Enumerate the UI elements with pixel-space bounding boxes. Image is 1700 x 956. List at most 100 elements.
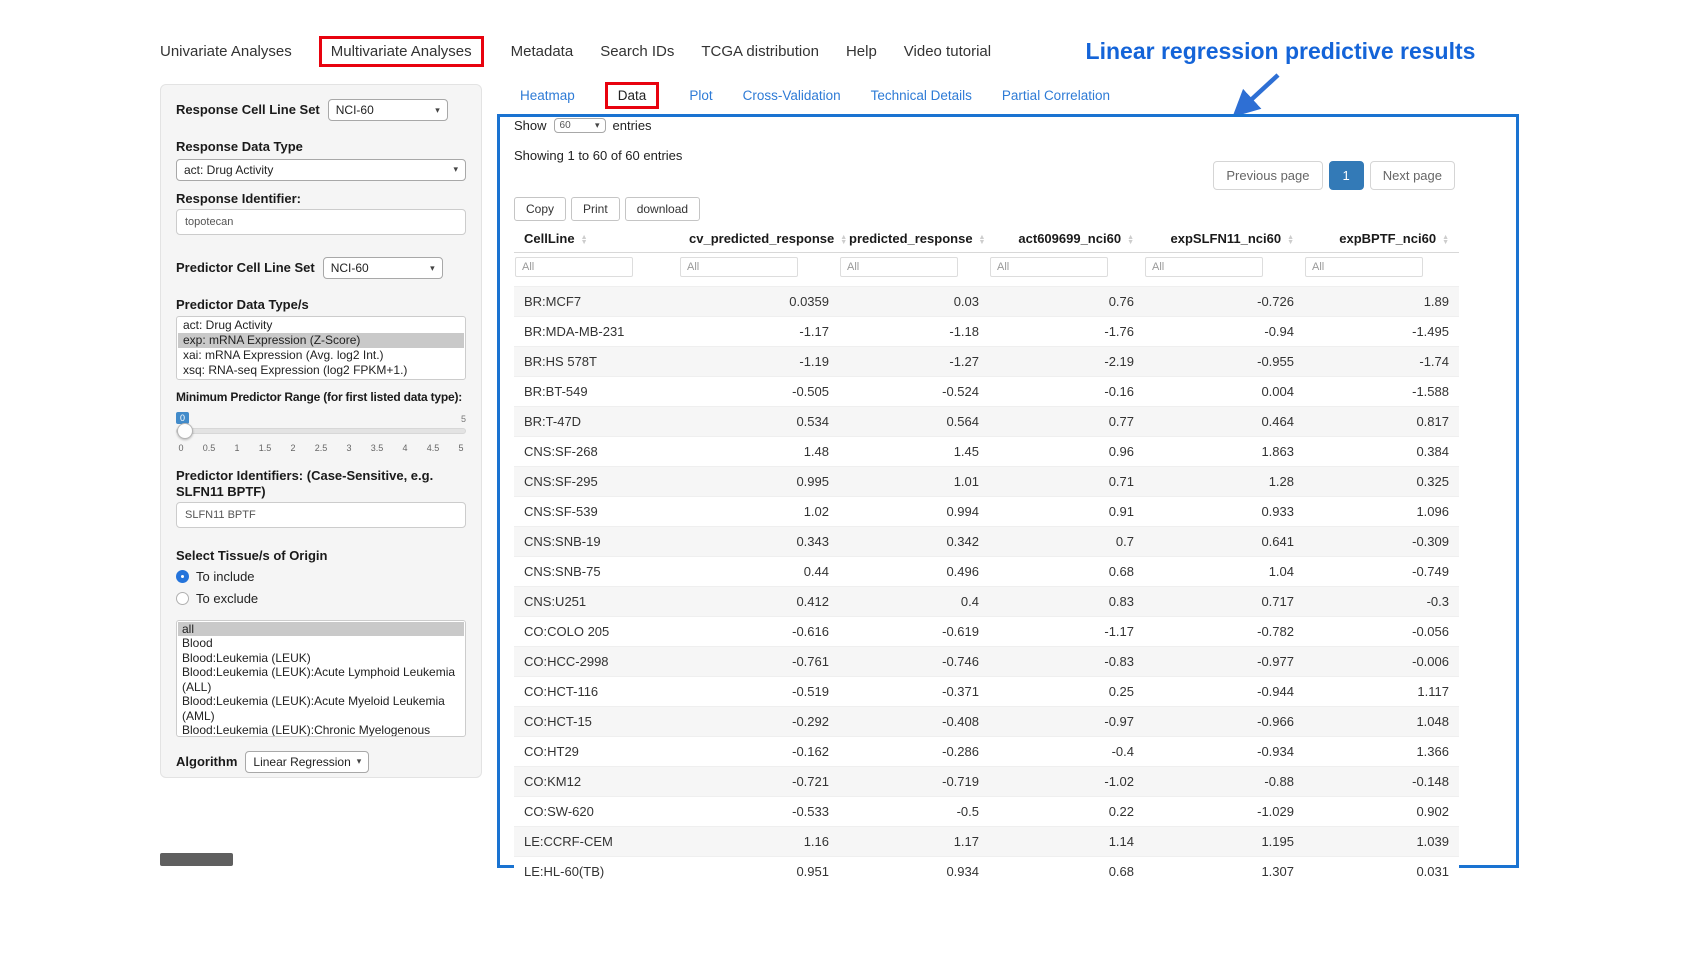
filter-input-expslfn11-nci60[interactable] [1145,257,1263,277]
table-row[interactable]: LE:CCRF-CEM1.161.171.141.1951.039 [514,827,1459,857]
column-header-predicted-response[interactable]: predicted_response▲▼ [839,225,989,253]
filter-input-cellline[interactable] [515,257,633,277]
sidebar-panel: Response Cell Line Set NCI-60 ▾ Response… [160,84,482,778]
copy-button[interactable]: Copy [514,197,566,221]
table-row[interactable]: CNS:SF-5391.020.9940.910.9331.096 [514,497,1459,527]
cell-value: -0.94 [1144,317,1304,347]
tab-data[interactable]: Data [605,82,660,109]
tissue-option[interactable]: all [178,622,464,637]
tissue-option[interactable]: Blood:Leukemia (LEUK):Chronic Myelogenou… [178,723,464,737]
nav-item-tcga-distribution[interactable]: TCGA distribution [701,43,819,60]
previous-page-button[interactable]: Previous page [1213,161,1322,190]
predictor-data-type-option[interactable]: act: Drug Activity [178,318,464,333]
tissue-origin-option-to-include[interactable]: To include [176,567,466,586]
cell-value: 0.951 [679,857,839,887]
table-row[interactable]: CNS:SNB-750.440.4960.681.04-0.749 [514,557,1459,587]
print-button[interactable]: Print [571,197,620,221]
slider-handle[interactable] [177,423,193,439]
column-header-act609699-nci60[interactable]: act609699_nci60▲▼ [989,225,1144,253]
cell-value: 0.03 [839,287,989,317]
cell-line-name: CNS:SNB-19 [514,527,679,557]
cell-value: -0.5 [839,797,989,827]
predictor-data-type-option[interactable]: xai: mRNA Expression (Avg. log2 Int.) [178,348,464,363]
predictor-data-type-option[interactable]: exp: mRNA Expression (Z-Score) [178,333,464,348]
tab-plot[interactable]: Plot [689,88,712,103]
cell-value: -0.761 [679,647,839,677]
cell-value: 1.16 [679,827,839,857]
tab-cross-validation[interactable]: Cross-Validation [743,88,841,103]
table-row[interactable]: BR:HS 578T-1.19-1.27-2.19-0.955-1.74 [514,347,1459,377]
page-length-select[interactable]: 60 ▾ [554,118,606,133]
nav-item-help[interactable]: Help [846,43,877,60]
table-row[interactable]: CO:KM12-0.721-0.719-1.02-0.88-0.148 [514,767,1459,797]
nav-item-metadata[interactable]: Metadata [511,43,574,60]
tissue-option[interactable]: Blood [178,636,464,651]
slider-track[interactable] [176,428,466,434]
radio-label: To exclude [196,591,258,606]
table-row[interactable]: CO:HCT-15-0.292-0.408-0.97-0.9661.048 [514,707,1459,737]
cell-value: 0.76 [989,287,1144,317]
tissue-origin-radios: To include To exclude [176,567,466,608]
nav-item-multivariate-analyses[interactable]: Multivariate Analyses [319,36,484,67]
cell-value: 0.68 [989,857,1144,887]
tissue-option[interactable]: Blood:Leukemia (LEUK) [178,651,464,666]
algorithm-select[interactable]: Linear Regression ▾ [245,751,369,773]
tab-partial-correlation[interactable]: Partial Correlation [1002,88,1110,103]
table-row[interactable]: CNS:SNB-190.3430.3420.70.641-0.309 [514,527,1459,557]
cell-value: -0.616 [679,617,839,647]
table-row[interactable]: CO:HT29-0.162-0.286-0.4-0.9341.366 [514,737,1459,767]
cell-value: 0.4 [839,587,989,617]
cell-value: -0.726 [1144,287,1304,317]
table-row[interactable]: BR:MDA-MB-231-1.17-1.18-1.76-0.94-1.495 [514,317,1459,347]
filter-input-predicted-response[interactable] [840,257,958,277]
column-header-cellline[interactable]: CellLine▲▼ [514,225,679,253]
filter-input-expbptf-nci60[interactable] [1305,257,1423,277]
table-row[interactable]: CNS:SF-2950.9951.010.711.280.325 [514,467,1459,497]
tissue-option[interactable]: Blood:Leukemia (LEUK):Acute Myeloid Leuk… [178,694,464,723]
tab-technical-details[interactable]: Technical Details [871,88,972,103]
nav-item-video-tutorial[interactable]: Video tutorial [904,43,991,60]
filter-input-act609699-nci60[interactable] [990,257,1108,277]
table-row[interactable]: BR:BT-549-0.505-0.524-0.160.004-1.588 [514,377,1459,407]
column-header-expbptf-nci60[interactable]: expBPTF_nci60▲▼ [1304,225,1459,253]
next-page-button[interactable]: Next page [1370,161,1455,190]
tissue-listbox[interactable]: allBloodBlood:Leukemia (LEUK)Blood:Leuke… [176,620,466,737]
cell-value: 0.91 [989,497,1144,527]
response-data-type-select[interactable]: act: Drug Activity ▾ [176,159,466,181]
predictor-identifiers-input[interactable] [176,502,466,528]
response-identifier-label: Response Identifier: [176,191,466,207]
page-number-button[interactable]: 1 [1329,161,1364,190]
cell-value: -0.056 [1304,617,1459,647]
column-header-cv-predicted-response[interactable]: cv_predicted_response▲▼ [679,225,839,253]
table-row[interactable]: CNS:U2510.4120.40.830.717-0.3 [514,587,1459,617]
table-row[interactable]: CO:SW-620-0.533-0.50.22-1.0290.902 [514,797,1459,827]
nav-item-univariate-analyses[interactable]: Univariate Analyses [160,43,292,60]
nav-item-search-ids[interactable]: Search IDs [600,43,674,60]
predictor-cell-line-set-select[interactable]: NCI-60 ▾ [323,257,443,279]
predictor-data-type-option[interactable]: xsq: RNA-seq Expression (log2 FPKM+1.) [178,363,464,378]
table-row[interactable]: LE:HL-60(TB)0.9510.9340.681.3070.031 [514,857,1459,887]
filter-input-cv-predicted-response[interactable] [680,257,798,277]
slider-tick-label: 3 [346,443,351,453]
cell-value: -0.782 [1144,617,1304,647]
cell-value: -0.519 [679,677,839,707]
tab-heatmap[interactable]: Heatmap [520,88,575,103]
minimum-predictor-range-slider[interactable]: 0 5 00.511.522.533.544.55 [176,412,466,456]
table-row[interactable]: CO:HCC-2998-0.761-0.746-0.83-0.977-0.006 [514,647,1459,677]
download-button[interactable]: download [625,197,700,221]
table-row[interactable]: BR:MCF70.03590.030.76-0.7261.89 [514,287,1459,317]
table-row[interactable]: CNS:SF-2681.481.450.961.8630.384 [514,437,1459,467]
tissue-origin-option-to-exclude[interactable]: To exclude [176,589,466,608]
cell-value: 0.902 [1304,797,1459,827]
table-row[interactable]: CO:HCT-116-0.519-0.3710.25-0.9441.117 [514,677,1459,707]
cell-line-name: CO:HT29 [514,737,679,767]
table-row[interactable]: CO:COLO 205-0.616-0.619-1.17-0.782-0.056 [514,617,1459,647]
response-identifier-input[interactable] [176,209,466,235]
slider-tick-label: 1.5 [259,443,272,453]
column-header-expslfn11-nci60[interactable]: expSLFN11_nci60▲▼ [1144,225,1304,253]
tissue-option[interactable]: Blood:Leukemia (LEUK):Acute Lymphoid Leu… [178,665,464,694]
table-row[interactable]: BR:T-47D0.5340.5640.770.4640.817 [514,407,1459,437]
response-cell-line-set-select[interactable]: NCI-60 ▾ [328,99,448,121]
chevron-down-icon: ▾ [595,120,600,131]
predictor-data-types-listbox[interactable]: act: Drug Activityexp: mRNA Expression (… [176,316,466,380]
